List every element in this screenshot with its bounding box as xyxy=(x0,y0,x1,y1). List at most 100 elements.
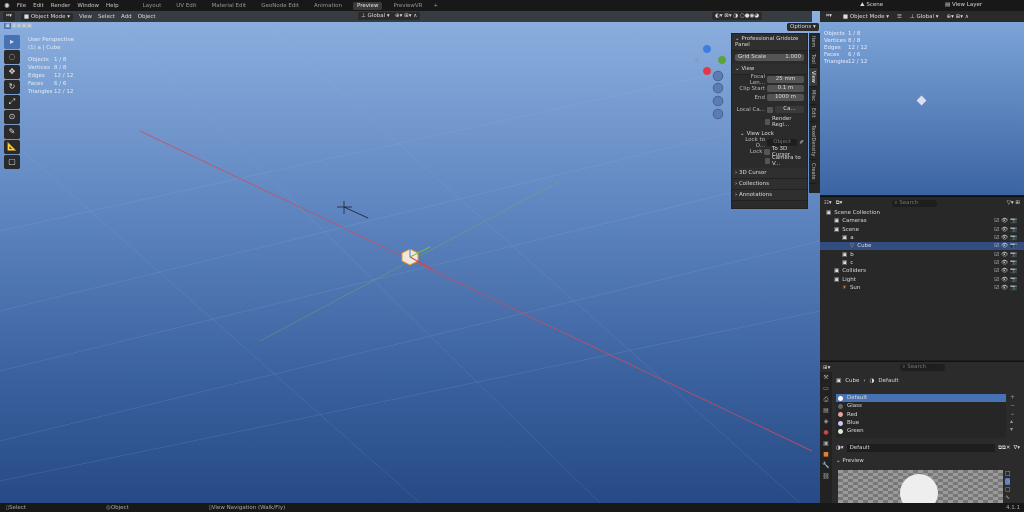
tab-uv-edit[interactable]: UV Edit xyxy=(172,2,200,10)
visibility-toggles[interactable]: ☑👁📷 xyxy=(994,277,1019,283)
tab-geonode-edit[interactable]: GeoNode Edit xyxy=(257,2,303,10)
menu-file[interactable]: File xyxy=(17,3,26,9)
blender-logo-icon[interactable]: ✺ xyxy=(4,2,10,10)
orientation-dropdown[interactable]: ⊥ Global ▾ xyxy=(358,12,393,20)
visibility-toggles[interactable]: ☑👁📷 xyxy=(994,260,1019,266)
view-layer-tab-icon[interactable]: ▤ xyxy=(820,405,832,416)
tool-tab-icon[interactable]: ⚒ xyxy=(820,372,832,383)
local-camera-checkbox[interactable] xyxy=(767,106,773,113)
menu-object[interactable]: Object xyxy=(138,14,156,20)
material-slot[interactable]: Blue xyxy=(836,419,1006,427)
tab-view[interactable]: View xyxy=(809,68,817,87)
outliner-item[interactable]: ▣ Scene ☑👁📷 xyxy=(820,226,1024,234)
tab-material-edit[interactable]: Material Edit xyxy=(207,2,250,10)
collections-panel-header[interactable]: › Collections xyxy=(732,179,807,190)
tab-item[interactable]: Item xyxy=(809,33,817,52)
scene-selector[interactable]: ⛰ Scene xyxy=(860,2,883,9)
3d-viewport[interactable] xyxy=(0,10,821,504)
outliner-item[interactable]: ▣ b ☑👁📷 xyxy=(820,250,1024,258)
menu-edit[interactable]: Edit xyxy=(33,3,44,9)
scale-tool-icon[interactable]: ⤢ xyxy=(4,95,20,109)
add-workspace-icon[interactable]: + xyxy=(433,3,438,9)
filter-icon[interactable]: ▽▾ ⊞ xyxy=(1007,200,1020,206)
modifier-tab-icon[interactable]: ■ xyxy=(820,449,832,460)
grid-scale-field[interactable]: Grid Scale 1.000 xyxy=(735,54,804,61)
tab-layout[interactable]: Layout xyxy=(139,2,166,10)
add-cube-tool-icon[interactable]: ▢ xyxy=(4,155,20,169)
menu-add[interactable]: Add xyxy=(121,14,132,20)
material-actions-icon[interactable]: ⧉⧉✕ xyxy=(998,445,1010,452)
tab-animation[interactable]: Animation xyxy=(310,2,346,10)
material-slot[interactable]: Green xyxy=(836,427,1006,435)
camera-to-view-checkbox[interactable] xyxy=(765,157,770,164)
gridsize-panel-header[interactable]: ⌄ Professional Gridsize Panel xyxy=(732,34,807,51)
editor-type-button[interactable]: ⌗▾ xyxy=(3,12,15,21)
preview-panel-header[interactable]: ⌄ Preview xyxy=(836,458,1020,464)
visibility-toggles[interactable]: ☑👁📷 xyxy=(994,227,1019,233)
preview-type-buttons[interactable]: □ ◎ ▢ ∿ xyxy=(1005,470,1011,502)
clip-end-field[interactable]: 1000 m xyxy=(767,94,804,101)
snap-icon[interactable]: ⊕▾ ⊞▾ ∧ xyxy=(392,12,421,20)
annotate-tool-icon[interactable]: ✎ xyxy=(4,125,20,139)
camera-preview-viewport[interactable]: Objects 1 / 8 Vertices 8 / 8 Edges 12 / 12 … xyxy=(820,22,1024,195)
tab-texeldensity[interactable]: TexelDensity xyxy=(809,122,817,161)
material-slot[interactable]: Red xyxy=(836,411,1006,419)
visibility-toggles[interactable]: ☑👁📷 xyxy=(994,235,1019,241)
mode-dropdown[interactable]: ■ Object Mode ▾ xyxy=(839,12,892,21)
annotations-panel-header[interactable]: › Annotations xyxy=(732,190,807,201)
orientation-dropdown[interactable]: ⊥ Global ▾ xyxy=(906,12,942,21)
move-tool-icon[interactable]: ✥ xyxy=(4,65,20,79)
menu-render[interactable]: Render xyxy=(51,3,71,9)
visibility-toggles[interactable]: ☑👁📷 xyxy=(994,268,1019,274)
properties-search[interactable]: ⌕ Search xyxy=(900,364,946,371)
tab-create[interactable]: Create xyxy=(809,160,817,184)
material-slot[interactable]: Default xyxy=(836,394,1006,403)
filter-icon-left[interactable]: ⧉▾ xyxy=(836,200,843,207)
outliner-item[interactable]: ☀ Sun ☑👁📷 xyxy=(820,284,1024,292)
outliner-item[interactable]: ▣ c ☑👁📷 xyxy=(820,259,1024,267)
physics-tab-icon[interactable]: 🔧 xyxy=(820,460,832,471)
outliner-item[interactable]: ▣ Light ☑👁📷 xyxy=(820,275,1024,283)
output-tab-icon[interactable]: ⎙ xyxy=(820,394,832,405)
visibility-toggles[interactable]: ☑👁📷 xyxy=(994,252,1019,258)
rotate-tool-icon[interactable]: ↻ xyxy=(4,80,20,94)
transform-tool-icon[interactable]: ⊙ xyxy=(4,110,20,124)
visibility-toggles[interactable]: ☑👁📷 xyxy=(994,285,1019,291)
clip-start-field[interactable]: 0.1 m xyxy=(767,85,804,92)
focal-length-field[interactable]: 25 mm xyxy=(767,76,804,83)
browse-material-icon[interactable]: ◑▾ xyxy=(836,445,844,451)
options-dropdown[interactable]: Options ▾ xyxy=(787,23,819,31)
constraint-tab-icon[interactable]: ⛓ xyxy=(820,471,832,482)
select-tool-icon[interactable]: ▸ xyxy=(4,35,20,49)
link-icon[interactable]: ∇▾ xyxy=(1014,445,1020,451)
visibility-toggles[interactable]: ☑👁📷 xyxy=(994,243,1019,249)
menu-help[interactable]: Help xyxy=(106,3,119,9)
outliner-item[interactable]: ▽ Cube ☑👁📷 xyxy=(820,242,1024,251)
object-tab-icon[interactable]: ▣ xyxy=(820,438,832,449)
material-name-field[interactable]: Default xyxy=(846,444,996,452)
local-camera-field[interactable]: Ca... xyxy=(775,106,804,113)
measure-tool-icon[interactable]: 📐 xyxy=(4,140,20,154)
outliner-item[interactable]: ▣ Scene Collection xyxy=(820,209,1024,217)
render-region-checkbox[interactable] xyxy=(765,118,770,125)
tab-previewvr[interactable]: PreviewVR xyxy=(389,2,426,10)
tab-tool[interactable]: Tool xyxy=(809,51,817,69)
tab-edit[interactable]: Edit xyxy=(809,105,817,122)
material-slot[interactable]: Glass xyxy=(836,402,1006,410)
tab-misc[interactable]: Misc xyxy=(809,87,817,106)
render-tab-icon[interactable]: ▭ xyxy=(820,383,832,394)
outliner-item[interactable]: ▣ a ☑👁📷 xyxy=(820,234,1024,242)
mode-dropdown[interactable]: ■ Object Mode ▾ xyxy=(20,12,73,21)
menu-window[interactable]: Window xyxy=(77,3,99,9)
slot-buttons[interactable]: + − ⌄ ▴ ▾ xyxy=(1010,394,1015,434)
shading-icons[interactable]: ◐▾ ⊠▾ ◑ ○●◉◕ xyxy=(712,12,763,20)
3d-cursor-panel-header[interactable]: › 3D Cursor xyxy=(732,168,807,179)
snap-icon[interactable]: ⊕▾ ⊞▾ ∧ xyxy=(947,14,969,20)
display-mode-icon[interactable]: ☷▾ xyxy=(824,200,832,206)
selection-mode-buttons[interactable]: ▣▣▣▣▣ xyxy=(4,23,32,29)
menu-select[interactable]: Select xyxy=(98,14,115,20)
menu-view[interactable]: View xyxy=(79,14,92,20)
menu-icon[interactable]: ☰ xyxy=(897,14,902,20)
cursor-tool-icon[interactable]: ◌ xyxy=(4,50,20,64)
visibility-toggles[interactable]: ☑👁📷 xyxy=(994,218,1019,224)
